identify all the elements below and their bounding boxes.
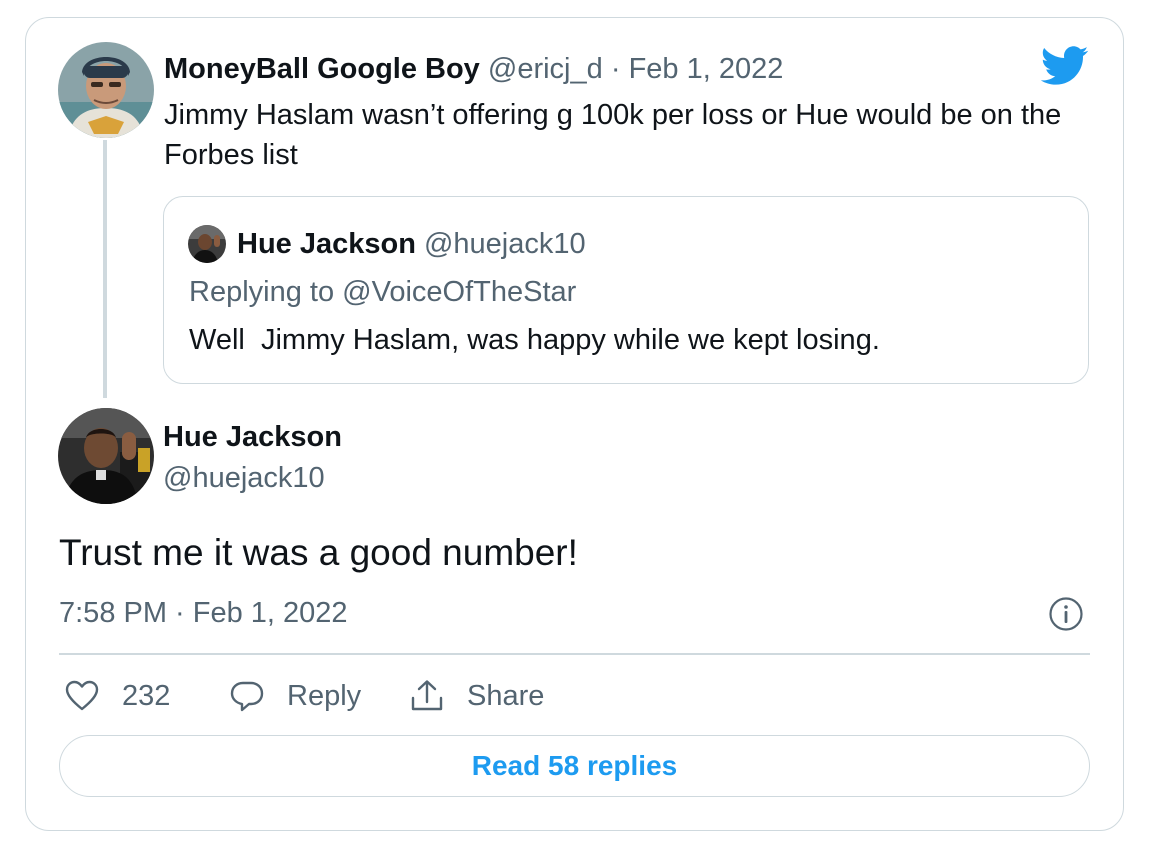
parent-display-name[interactable]: MoneyBall Google Boy bbox=[164, 53, 480, 85]
share-button[interactable]: Share bbox=[409, 676, 544, 716]
reply-button[interactable]: Reply bbox=[229, 676, 361, 716]
read-replies-button[interactable]: Read 58 replies bbox=[59, 735, 1090, 797]
parent-author-avatar[interactable] bbox=[58, 42, 154, 138]
main-tweet-text: Trust me it was a good number! bbox=[59, 532, 578, 573]
reply-label: Reply bbox=[287, 679, 362, 712]
main-handle[interactable]: @huejack10 bbox=[163, 461, 325, 495]
avatar-photo bbox=[188, 225, 226, 263]
share-label: Share bbox=[467, 679, 545, 712]
main-author-avatar[interactable] bbox=[58, 408, 154, 504]
heart-icon bbox=[65, 680, 99, 711]
avatar-photo bbox=[58, 42, 154, 138]
quoted-display-name[interactable]: Hue Jackson bbox=[237, 228, 416, 260]
parent-tweet-header: MoneyBall Google Boy @ericj_d · Feb 1, 2… bbox=[164, 52, 783, 86]
twitter-bird-icon[interactable] bbox=[1040, 46, 1089, 86]
like-button[interactable]: 232 bbox=[64, 676, 170, 716]
parent-handle[interactable]: @ericj_d bbox=[488, 53, 603, 85]
avatar-photo bbox=[58, 408, 154, 504]
like-count: 232 bbox=[122, 679, 171, 712]
quoted-author-avatar[interactable] bbox=[188, 225, 226, 263]
parent-tweet-text: Jimmy Haslam wasn’t offering g 100k per … bbox=[164, 99, 1062, 171]
speech-bubble-icon bbox=[230, 681, 264, 712]
parent-date[interactable]: Feb 1, 2022 bbox=[629, 53, 784, 85]
tweet-timestamp[interactable]: 7:58 PM · Feb 1, 2022 bbox=[59, 595, 348, 631]
divider bbox=[59, 653, 1090, 655]
thread-connector-line bbox=[103, 140, 107, 398]
main-display-name[interactable]: Hue Jackson bbox=[163, 420, 342, 454]
quoted-replying-to: Replying to @VoiceOfTheStar bbox=[189, 276, 577, 308]
quoted-tweet-header: Hue Jackson @huejack10 bbox=[237, 227, 586, 261]
share-upload-icon bbox=[411, 680, 443, 711]
quoted-handle[interactable]: @huejack10 bbox=[424, 228, 586, 260]
quoted-tweet-text: Well Jimmy Haslam, was happy while we ke… bbox=[189, 324, 880, 356]
header-separator: · bbox=[610, 53, 621, 85]
info-icon[interactable] bbox=[1048, 596, 1084, 632]
